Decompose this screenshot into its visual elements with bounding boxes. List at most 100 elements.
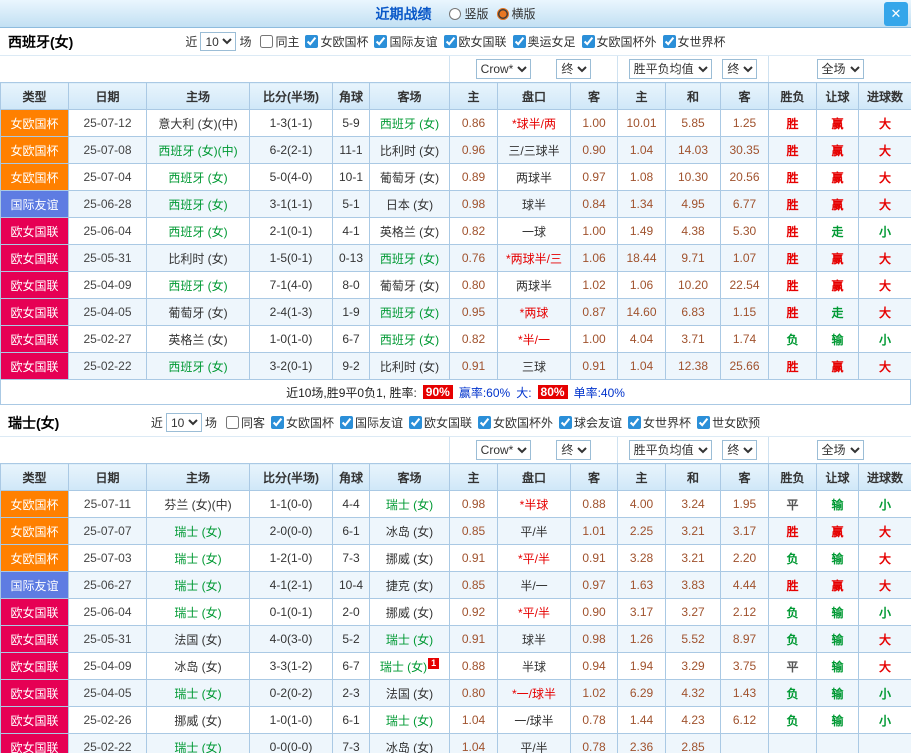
filter-checkbox[interactable]: 欧女国联 <box>409 414 472 431</box>
cell: 比利时 (女) <box>146 244 250 272</box>
cell: 0.91 <box>449 625 498 653</box>
cell: 半/一 <box>497 571 571 599</box>
cell: 2.20 <box>720 544 769 572</box>
filter-checkbox[interactable]: 女欧国杯 <box>270 414 334 431</box>
cell: 1.07 <box>720 244 769 272</box>
checkbox-label: 同客 <box>240 415 265 430</box>
avg-stage-select[interactable]: 终 <box>722 440 758 460</box>
cell: 0.98 <box>449 190 498 218</box>
checkbox-input[interactable] <box>581 34 595 48</box>
select-row-spacer <box>0 56 449 82</box>
cell: 瑞士 (女) <box>369 706 450 734</box>
vertical-layout-radio[interactable]: 竖版 <box>449 5 489 22</box>
column-header: 主 <box>617 82 666 110</box>
team-title: 西班牙(女) <box>8 33 74 50</box>
cell: 负 <box>768 598 817 626</box>
filter-checkbox[interactable]: 世女欧预 <box>697 414 760 431</box>
checkbox-input[interactable] <box>478 415 492 429</box>
checkbox-input[interactable] <box>339 415 353 429</box>
horizontal-radio-label: 横版 <box>511 7 536 21</box>
cell: 9.71 <box>665 244 721 272</box>
avg-odds-selects: 胜平负均值 终 <box>617 437 768 463</box>
checkbox-input[interactable] <box>662 34 676 48</box>
cell: 25-02-27 <box>68 325 147 353</box>
checkbox-input[interactable] <box>409 415 422 429</box>
avg-stage-select[interactable]: 终 <box>722 59 758 79</box>
cell: 欧女国联 <box>0 244 69 272</box>
cell: 葡萄牙 (女) <box>369 271 450 299</box>
column-header: 盘口 <box>497 82 571 110</box>
cell: 比利时 (女) <box>369 352 450 380</box>
checkbox-input[interactable] <box>374 34 388 48</box>
filter-checkbox[interactable]: 国际友谊 <box>339 414 403 431</box>
checkbox-input[interactable] <box>697 415 711 429</box>
filter-checkbox[interactable]: 女世界杯 <box>628 414 691 431</box>
cell: 捷克 (女) <box>369 571 450 599</box>
cell: 0-1(0-1) <box>249 598 333 626</box>
match-count-select[interactable]: 10 <box>200 32 237 51</box>
odds-provider-select[interactable]: Crow* <box>475 59 531 79</box>
cell: 1.63 <box>617 571 666 599</box>
table-row: 欧女国联 25-06-04 瑞士 (女) 0-1(0-1) 2-0 挪威 (女) 0.92 *… <box>0 598 911 626</box>
match-count-select[interactable]: 10 <box>165 413 202 432</box>
cell <box>720 733 769 753</box>
cell: 4.32 <box>665 679 721 707</box>
checkbox-input[interactable] <box>628 415 642 429</box>
checkbox-input[interactable] <box>443 34 457 48</box>
vertical-radio-input[interactable] <box>449 7 462 20</box>
table-row: 国际友谊 25-06-27 瑞士 (女) 4-1(2-1) 10-4 捷克 (女) 0.85… <box>0 571 911 599</box>
checkbox-input[interactable] <box>305 34 319 48</box>
checkbox-input[interactable] <box>270 415 284 429</box>
odds-select-row: Crow* 终 胜平负均值 终 全场 <box>0 55 911 82</box>
cell: 1-2(1-0) <box>249 544 333 572</box>
filter-checkbox[interactable]: 国际友谊 <box>374 33 438 50</box>
avg-odds-select[interactable]: 胜平负均值 <box>628 59 712 79</box>
checkbox-input[interactable] <box>512 34 526 48</box>
cell: 25-04-09 <box>68 652 147 680</box>
filter-checkbox[interactable]: 欧女国联 <box>443 33 507 50</box>
column-header: 客 <box>570 82 618 110</box>
odds-provider-select[interactable]: Crow* <box>475 440 531 460</box>
handicap-odds-selects: Crow* 终 <box>449 56 617 82</box>
cell: 1-5(0-1) <box>249 244 333 272</box>
filter-checkbox[interactable]: 女欧国杯外 <box>478 414 553 431</box>
filter-checkbox[interactable]: 女欧国杯 <box>305 33 368 50</box>
checkbox-input[interactable] <box>559 415 573 429</box>
handicap-stage-select[interactable]: 终 <box>556 59 592 79</box>
filter-checkbox[interactable]: 同客 <box>225 414 265 431</box>
odds-select-row: Crow* 终 胜平负均值 终 全场 <box>0 436 911 463</box>
scope-select[interactable]: 全场 <box>816 440 864 460</box>
matches-table: 类型 日期 主场 比分(半场) 角球 客场 主 盘口 客 主 和 客 胜负 让球… <box>0 463 911 753</box>
cell: 9-2 <box>332 352 370 380</box>
cell: *两球 <box>497 298 571 326</box>
filter-checkbox[interactable]: 同主 <box>260 33 299 50</box>
filter-checkbox[interactable]: 球会友谊 <box>559 414 622 431</box>
cell: 10.01 <box>617 109 666 137</box>
filter-checkbox[interactable]: 女世界杯 <box>662 33 726 50</box>
cell: 0.91 <box>449 544 498 572</box>
scope-select[interactable]: 全场 <box>816 59 864 79</box>
cell: 5-0(4-0) <box>249 163 333 191</box>
column-header: 胜负 <box>768 82 817 110</box>
avg-odds-select[interactable]: 胜平负均值 <box>628 440 712 460</box>
team-filter-row: 瑞士(女) 近 10 场 同客 女欧国杯 国际友谊 欧女国联 女欧国杯外 球会友谊 女世界杯… <box>0 409 911 436</box>
close-button[interactable]: ✕ <box>884 2 908 26</box>
horizontal-radio-input[interactable] <box>496 7 509 20</box>
cell: 赢 <box>816 517 859 545</box>
column-header: 类型 <box>0 82 69 110</box>
checkbox-label: 欧女国联 <box>424 415 473 430</box>
filter-checkbox[interactable]: 奥运女足 <box>512 33 576 50</box>
checkbox-input[interactable] <box>260 34 274 48</box>
cell: 25-07-04 <box>68 163 147 191</box>
cell: 3.28 <box>617 544 666 572</box>
filter-checkbox[interactable]: 女欧国杯外 <box>581 33 657 50</box>
cell: 意大利 (女)(中) <box>146 109 250 137</box>
cell: 25-06-04 <box>68 598 147 626</box>
checkbox-input[interactable] <box>225 415 239 429</box>
cell: 2.36 <box>617 733 666 753</box>
cell: 大 <box>858 298 911 326</box>
cell: 0.85 <box>449 571 498 599</box>
horizontal-layout-radio[interactable]: 横版 <box>496 5 536 22</box>
column-header: 比分(半场) <box>249 82 333 110</box>
handicap-stage-select[interactable]: 终 <box>556 440 592 460</box>
